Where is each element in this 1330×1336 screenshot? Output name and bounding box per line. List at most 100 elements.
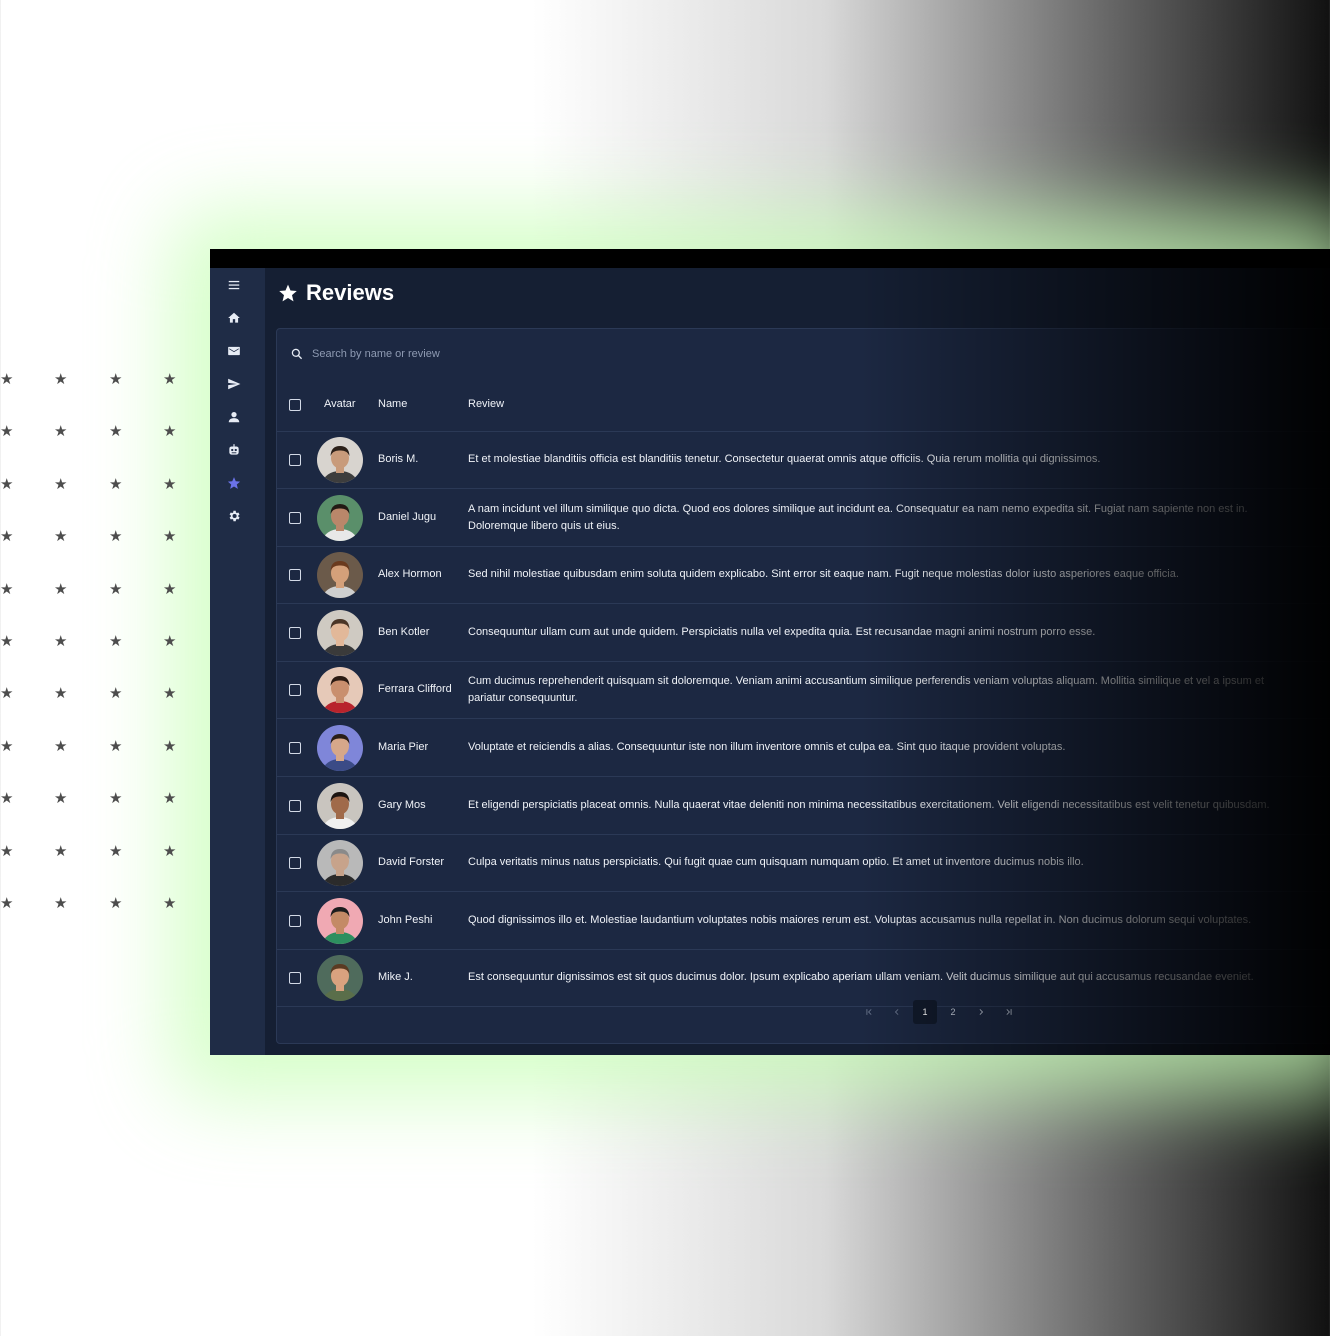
review-text: Et eligendi perspiciatis placeat omnis. … xyxy=(468,798,1270,811)
search-icon xyxy=(291,348,303,360)
review-text: Cum ducimus reprehenderit quisquam sit d… xyxy=(468,675,1265,705)
decorative-star-icon: ★ xyxy=(109,632,123,650)
decorative-star-icon: ★ xyxy=(109,527,123,546)
row-checkbox[interactable] xyxy=(289,454,301,466)
next-page-icon[interactable] xyxy=(969,1000,993,1024)
decorative-star-icon: ★ xyxy=(109,370,123,388)
last-page-icon[interactable] xyxy=(997,1000,1021,1024)
decorative-star-icon: ★ xyxy=(163,527,177,546)
reviewer-name: Mike J. xyxy=(378,971,413,984)
row-checkbox[interactable] xyxy=(289,742,301,754)
decorative-star-icon: ★ xyxy=(0,579,14,598)
decorative-star-icon: ★ xyxy=(0,789,14,808)
robot-icon[interactable] xyxy=(224,440,244,460)
decorative-star-icon: ★ xyxy=(0,736,14,755)
avatar xyxy=(317,840,363,887)
reviewer-name: Ben Kotler xyxy=(378,625,430,638)
decorative-star-icon: ★ xyxy=(109,736,123,755)
decorative-star-icon: ★ xyxy=(109,841,123,860)
avatar xyxy=(317,725,363,771)
column-header-name[interactable]: Name xyxy=(378,398,407,410)
row-checkbox[interactable] xyxy=(289,684,301,697)
decorative-star-icon: ★ xyxy=(163,370,177,388)
table-row[interactable]: David Forster Culpa veritatis minus natus… xyxy=(277,834,1330,893)
star-icon[interactable] xyxy=(224,473,244,493)
decorative-star-icon: ★ xyxy=(109,894,123,912)
decorative-star-icon: ★ xyxy=(163,684,177,703)
page-header: Reviews xyxy=(278,280,394,306)
decorative-star-icon: ★ xyxy=(109,474,123,493)
decorative-star-icon: ★ xyxy=(54,370,68,388)
user-icon[interactable] xyxy=(224,407,244,427)
page-title: Reviews xyxy=(306,280,395,305)
search-input[interactable] xyxy=(312,348,612,360)
column-header-avatar[interactable]: Avatar xyxy=(324,398,356,410)
review-text: Culpa veritatis minus natus perspiciatis… xyxy=(468,856,1084,869)
avatar xyxy=(317,609,363,656)
row-checkbox[interactable] xyxy=(289,626,301,639)
search-bar xyxy=(290,347,612,361)
decorative-star-icon: ★ xyxy=(163,579,177,598)
main-content: Reviews Avatar Name Review Boris M. Et et… xyxy=(265,268,1330,1055)
decorative-star-icon: ★ xyxy=(0,370,14,388)
row-checkbox[interactable] xyxy=(289,569,301,582)
send-icon[interactable] xyxy=(224,374,244,394)
avatar xyxy=(317,955,363,1002)
first-page-icon[interactable] xyxy=(857,1000,881,1024)
decorative-star-icon: ★ xyxy=(0,527,14,546)
review-text: Sed nihil molestiae quibusdam enim solut… xyxy=(468,568,1179,581)
decorative-star-icon: ★ xyxy=(109,422,123,441)
table-row[interactable]: John Peshi Quod dignissimos illo et. Mole… xyxy=(277,892,1330,950)
decorative-star-icon: ★ xyxy=(54,579,68,598)
decorative-star-icon: ★ xyxy=(163,632,177,650)
page-button[interactable]: 1 xyxy=(913,1000,937,1024)
reviewer-name: David Forster xyxy=(378,856,445,869)
reviews-panel: Avatar Name Review Boris M. Et et molesti… xyxy=(276,328,1330,1044)
review-text: A nam incidunt vel illum similique quo d… xyxy=(468,502,1248,532)
row-checkbox[interactable] xyxy=(289,914,301,927)
mail-icon[interactable] xyxy=(224,341,244,361)
row-checkbox[interactable] xyxy=(289,511,301,524)
home-icon[interactable] xyxy=(224,308,244,328)
table-row[interactable]: Ben Kotler Consequuntur ullam cum aut und… xyxy=(277,604,1330,662)
reviewer-name: Ferrara Clifford xyxy=(378,683,452,696)
column-header-review[interactable]: Review xyxy=(468,398,504,410)
avatar xyxy=(317,552,363,599)
decorative-star-icon: ★ xyxy=(163,474,177,493)
gear-icon[interactable] xyxy=(224,506,244,526)
table-row[interactable]: Mike J. Est consequuntur dignissimos est … xyxy=(277,949,1330,1008)
app-window: Reviews Avatar Name Review Boris M. Et et… xyxy=(210,249,1330,1055)
table-row[interactable]: Boris M. Et et molestiae blanditiis offic… xyxy=(277,431,1330,489)
decorative-star-icon: ★ xyxy=(0,841,14,860)
reviewer-name: Alex Hormon xyxy=(378,568,442,581)
table-row[interactable]: Maria Pier Voluptate et reiciendis a alia… xyxy=(277,719,1330,777)
decorative-star-icon: ★ xyxy=(54,474,68,493)
avatar xyxy=(317,437,363,483)
review-text: Est consequuntur dignissimos est sit quo… xyxy=(468,971,1254,984)
avatar xyxy=(317,897,363,944)
reviewer-name: Daniel Jugu xyxy=(378,510,437,523)
table-row[interactable]: Gary Mos Et eligendi perspiciatis placeat… xyxy=(277,777,1330,835)
row-checkbox[interactable] xyxy=(289,799,301,812)
row-checkbox[interactable] xyxy=(289,857,301,870)
pagination: 1 2 xyxy=(857,1000,1021,1024)
decorative-star-icon: ★ xyxy=(54,632,68,650)
row-checkbox[interactable] xyxy=(289,972,301,985)
reviewer-name: Boris M. xyxy=(378,453,419,465)
decorative-star-icon: ★ xyxy=(163,422,177,441)
decorative-star-icon: ★ xyxy=(109,789,123,808)
table-row[interactable]: Daniel Jugu A nam incidunt vel illum simi… xyxy=(277,489,1330,547)
review-text: Voluptate et reiciendis a alias. Consequ… xyxy=(468,741,1066,753)
avatar xyxy=(317,494,363,541)
select-all-checkbox[interactable] xyxy=(289,399,301,411)
table-row[interactable]: Alex Hormon Sed nihil molestiae quibusdam… xyxy=(277,546,1330,605)
page-button[interactable]: 2 xyxy=(941,1000,965,1024)
previous-page-icon[interactable] xyxy=(885,1000,909,1024)
table-row[interactable]: Ferrara Clifford Cum ducimus reprehenderi… xyxy=(277,661,1330,720)
decorative-star-icon: ★ xyxy=(54,422,68,441)
decorative-star-icon: ★ xyxy=(109,684,123,703)
menu-icon[interactable] xyxy=(224,275,244,295)
reviewer-name: John Peshi xyxy=(378,913,433,926)
decorative-star-icon: ★ xyxy=(0,422,14,441)
decorative-star-icon: ★ xyxy=(0,684,14,703)
